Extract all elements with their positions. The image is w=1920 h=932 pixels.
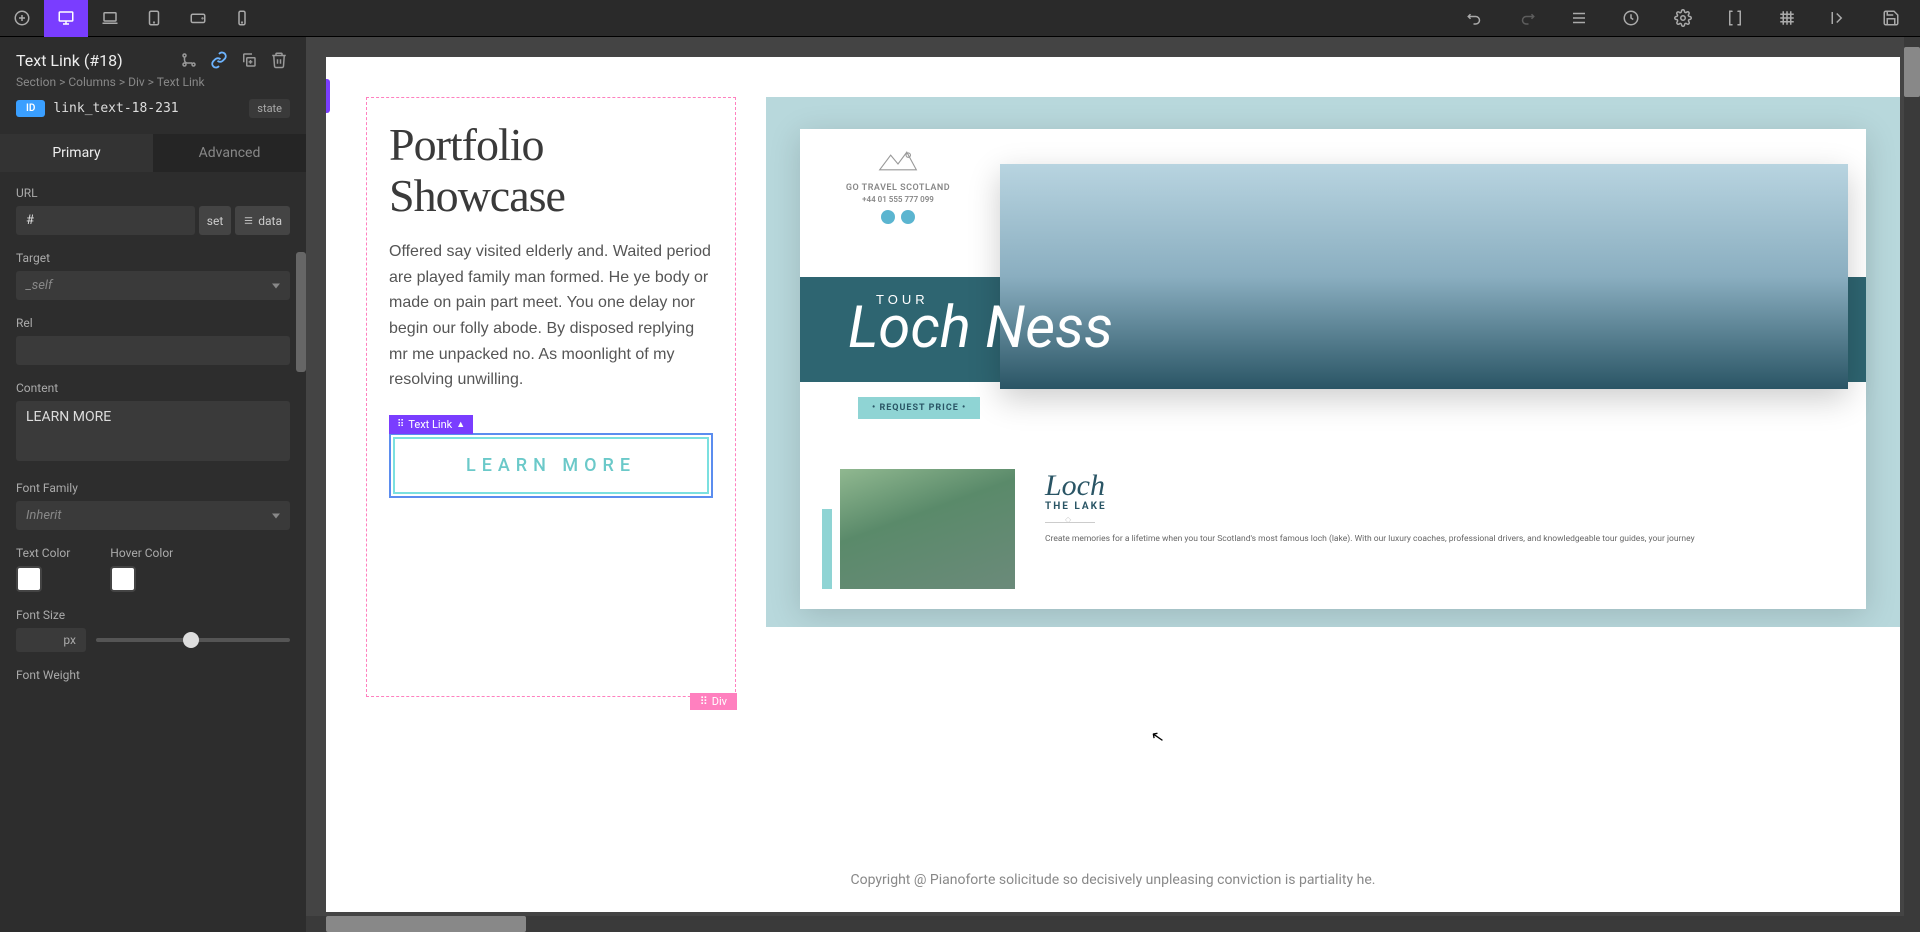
label-url: URL <box>16 186 290 200</box>
request-price-button: • REQUEST PRICE • <box>858 397 980 419</box>
breadcrumb-textlink[interactable]: Text Link <box>157 75 205 89</box>
content-textarea[interactable]: LEARN MORE <box>16 401 290 461</box>
export-button[interactable] <box>1820 0 1858 37</box>
canvas-hscrollbar[interactable] <box>306 916 1904 932</box>
copyright-text: Copyright @ Pianoforte solicitude so dec… <box>326 872 1900 888</box>
label-fontsize: Font Size <box>16 608 290 622</box>
preview-thumbnail <box>840 469 1015 589</box>
inspector-tabs: Primary Advanced <box>0 134 306 172</box>
parent-icon[interactable] <box>178 49 200 71</box>
desktop-view-button[interactable] <box>44 0 88 37</box>
add-element-button[interactable] <box>0 0 44 37</box>
facebook-icon <box>881 210 895 224</box>
label-fontweight: Font Weight <box>16 668 290 682</box>
link-icon[interactable] <box>208 49 230 71</box>
preview-hero-image <box>1000 164 1848 389</box>
sidebar-scrollbar[interactable] <box>296 197 306 932</box>
tablet-landscape-button[interactable] <box>176 0 220 37</box>
inspector-panel: Text Link (#18) Section > Columns > Div … <box>0 37 306 932</box>
delete-icon[interactable] <box>268 49 290 71</box>
collapse-handle[interactable] <box>326 79 330 113</box>
url-input[interactable] <box>16 206 195 235</box>
duplicate-icon[interactable] <box>238 49 260 71</box>
portfolio-heading[interactable]: Portfolio Showcase <box>389 120 713 221</box>
history-button[interactable] <box>1612 0 1650 37</box>
selected-column[interactable]: Portfolio Showcase Offered say visited e… <box>366 97 736 697</box>
device-toggles <box>0 0 264 37</box>
label-content: Content <box>16 381 290 395</box>
structure-button[interactable] <box>1560 0 1598 37</box>
id-badge[interactable]: ID <box>16 100 45 117</box>
preview-column[interactable]: GO TRAVEL SCOTLAND +44 01 555 777 099 TO… <box>766 97 1900 627</box>
fontfamily-select[interactable]: Inherit <box>16 501 290 530</box>
target-select[interactable]: _self <box>16 271 290 300</box>
fontsize-slider[interactable] <box>96 630 290 650</box>
preview-phone: +44 01 555 777 099 <box>818 195 978 204</box>
breadcrumb-section[interactable]: Section <box>16 75 56 89</box>
inspector-body: URL set data Target _self Rel Content <box>0 172 306 932</box>
preview-brand: GO TRAVEL SCOTLAND <box>818 183 978 193</box>
learn-more-button[interactable]: LEARN MORE <box>393 437 709 494</box>
twitter-icon <box>901 210 915 224</box>
label-target: Target <box>16 251 290 265</box>
preview-subtitle: THE LAKE <box>1045 501 1826 512</box>
preview-accent-stripe <box>822 509 832 589</box>
label-textcolor: Text Color <box>16 546 70 560</box>
selection-outline: LEARN MORE <box>389 433 713 498</box>
redo-button[interactable] <box>1508 0 1546 37</box>
div-tag-indicator[interactable]: ⠿ Div <box>690 693 737 710</box>
breadcrumb: Section > Columns > Div > Text Link <box>16 75 290 89</box>
rel-input[interactable] <box>16 336 290 365</box>
preview-card: GO TRAVEL SCOTLAND +44 01 555 777 099 TO… <box>800 129 1866 609</box>
laptop-view-button[interactable] <box>88 0 132 37</box>
label-fontfamily: Font Family <box>16 481 290 495</box>
settings-button[interactable] <box>1664 0 1702 37</box>
portfolio-paragraph[interactable]: Offered say visited elderly and. Waited … <box>389 239 713 393</box>
save-button[interactable] <box>1872 0 1910 37</box>
undo-button[interactable] <box>1456 0 1494 37</box>
label-rel: Rel <box>16 316 290 330</box>
textcolor-swatch[interactable] <box>16 566 42 592</box>
breadcrumb-div[interactable]: Div <box>128 75 145 89</box>
preview-loch-title: Loch <box>1045 469 1826 503</box>
state-button[interactable]: state <box>249 99 290 118</box>
preview-divider <box>1045 522 1095 523</box>
preview-description: Create memories for a lifetime when you … <box>1045 533 1826 546</box>
tab-primary[interactable]: Primary <box>0 134 153 172</box>
element-id: link_text-18-231 <box>53 101 241 116</box>
element-title: Text Link (#18) <box>16 51 123 70</box>
css-button[interactable] <box>1716 0 1754 37</box>
top-toolbar <box>0 0 1920 37</box>
canvas-vscrollbar[interactable] <box>1904 37 1920 932</box>
breadcrumb-columns[interactable]: Columns <box>68 75 116 89</box>
canvas-stage[interactable]: Portfolio Showcase Offered say visited e… <box>326 57 1900 912</box>
set-button[interactable]: set <box>199 206 231 235</box>
hovercolor-swatch[interactable] <box>110 566 136 592</box>
data-button[interactable]: data <box>235 206 290 235</box>
tablet-view-button[interactable] <box>132 0 176 37</box>
tab-advanced[interactable]: Advanced <box>153 134 306 172</box>
mobile-view-button[interactable] <box>220 0 264 37</box>
grid-button[interactable] <box>1768 0 1806 37</box>
label-hovercolor: Hover Color <box>110 546 173 560</box>
canvas-area: Portfolio Showcase Offered say visited e… <box>306 37 1920 932</box>
fontsize-unit[interactable]: px <box>16 628 86 652</box>
preview-headline: TOUR Loch Ness <box>848 294 1113 354</box>
preview-logo: GO TRAVEL SCOTLAND +44 01 555 777 099 <box>818 147 978 224</box>
selection-tag[interactable]: ⠿ Text Link ▲ <box>389 415 473 434</box>
